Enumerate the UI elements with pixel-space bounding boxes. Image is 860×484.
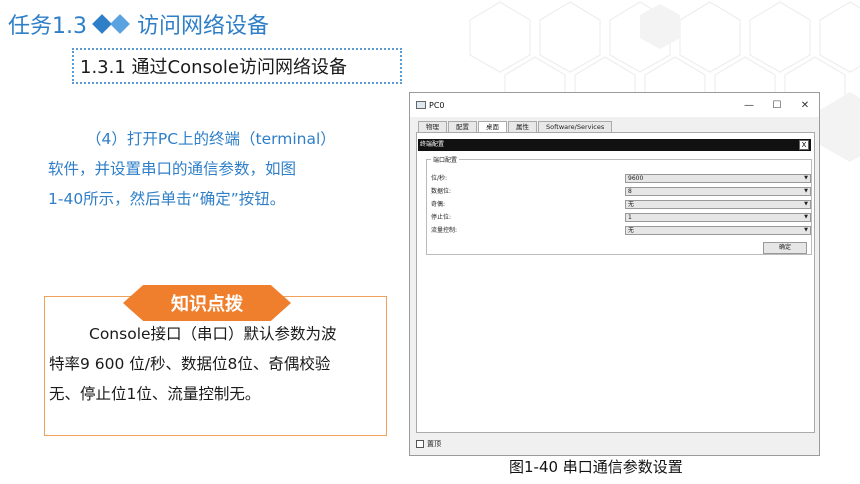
page-title: 访问网络设备 — [137, 14, 270, 39]
desktop-panel: 终端配置 X 端口配置 位/秒: 9600▼ 数据位: 8▼ 奇偶: 无▼ — [416, 132, 815, 433]
knowledge-tab: 知识点拨 — [123, 285, 291, 321]
chevron-down-icon: ▼ — [804, 227, 808, 233]
knowledge-line: Console接口（串口）默认参数为波 — [89, 325, 337, 343]
body-paragraph: （4）打开PC上的终端（terminal） 软件，并设置串口的通信参数，如图 1… — [48, 124, 368, 214]
terminal-config-title: 终端配置 — [420, 141, 445, 148]
pc-window: PC0 — ☐ ✕ 物理 配置 桌面 属性 Software/Services … — [409, 92, 820, 456]
chevron-down-icon: ▼ — [804, 214, 808, 220]
config-row-parity: 奇偶: 无 ▼ — [431, 200, 811, 209]
databits-select[interactable]: 8 ▼ — [625, 187, 811, 196]
stopbits-select[interactable]: 1 ▼ — [625, 213, 811, 222]
task-number: 任务1.3 — [8, 14, 87, 39]
chevron-down-icon: ▼ — [804, 188, 808, 194]
baud-select[interactable]: 9600 ▼ — [625, 174, 811, 183]
window-title: PC0 — [429, 100, 445, 110]
slide-title: 任务1.3 访问网络设备 — [8, 4, 269, 44]
port-config-legend: 端口配置 — [431, 155, 460, 164]
chevron-down-icon: ▼ — [804, 201, 808, 207]
config-row-databits: 数据位: 8 ▼ — [431, 187, 811, 196]
paragraph-line: 1-40所示，然后单击“确定”按钮。 — [48, 190, 286, 208]
figure-caption: 图1-40 串口通信参数设置 — [509, 458, 683, 476]
close-button[interactable]: ✕ — [791, 93, 819, 117]
flowcontrol-select[interactable]: 无 ▼ — [625, 226, 811, 235]
paragraph-line: 软件，并设置串口的通信参数，如图 — [48, 160, 297, 178]
window-titlebar: PC0 — ☐ ✕ — [410, 93, 819, 117]
pc-icon — [416, 101, 426, 109]
minimize-button[interactable]: — — [735, 93, 763, 117]
subsection-heading: 1.3.1 通过Console访问网络设备 — [72, 48, 402, 84]
databits-label: 数据位: — [431, 188, 452, 195]
config-row-baud: 位/秒: 9600 ▼ — [431, 174, 811, 183]
always-on-top-checkbox[interactable] — [416, 440, 424, 448]
chevron-down-icon: ▼ — [804, 175, 808, 181]
knowledge-line: 无、停止位1位、流量控制无。 — [49, 385, 261, 403]
ok-button[interactable]: 确定 — [763, 242, 807, 254]
diamond-icon — [92, 14, 130, 34]
paragraph-line: （4）打开PC上的终端（terminal） — [86, 130, 336, 148]
flowcontrol-label: 流量控制: — [431, 227, 458, 234]
window-footer: 置顶 — [416, 439, 441, 449]
window-controls: — ☐ ✕ — [735, 93, 819, 117]
config-row-flowcontrol: 流量控制: 无 ▼ — [431, 226, 811, 235]
knowledge-box: 知识点拨 Console接口（串口）默认参数为波 特率9 600 位/秒、数据位… — [44, 285, 387, 436]
port-config-group: 端口配置 位/秒: 9600 ▼ 数据位: 8 ▼ 奇偶: 无 ▼ 停止位: 1… — [426, 155, 812, 255]
stopbits-label: 停止位: — [431, 214, 452, 221]
terminal-config-header: 终端配置 X — [418, 139, 811, 151]
parity-label: 奇偶: — [431, 201, 446, 208]
maximize-button[interactable]: ☐ — [763, 93, 791, 117]
config-row-stopbits: 停止位: 1 ▼ — [431, 213, 811, 222]
knowledge-line: 特率9 600 位/秒、数据位8位、奇偶校验 — [49, 355, 331, 373]
parity-select[interactable]: 无 ▼ — [625, 200, 811, 209]
baud-label: 位/秒: — [431, 175, 448, 182]
knowledge-text: Console接口（串口）默认参数为波 特率9 600 位/秒、数据位8位、奇偶… — [49, 319, 385, 409]
always-on-top-label: 置顶 — [427, 440, 441, 448]
terminal-close-button[interactable]: X — [799, 140, 809, 150]
